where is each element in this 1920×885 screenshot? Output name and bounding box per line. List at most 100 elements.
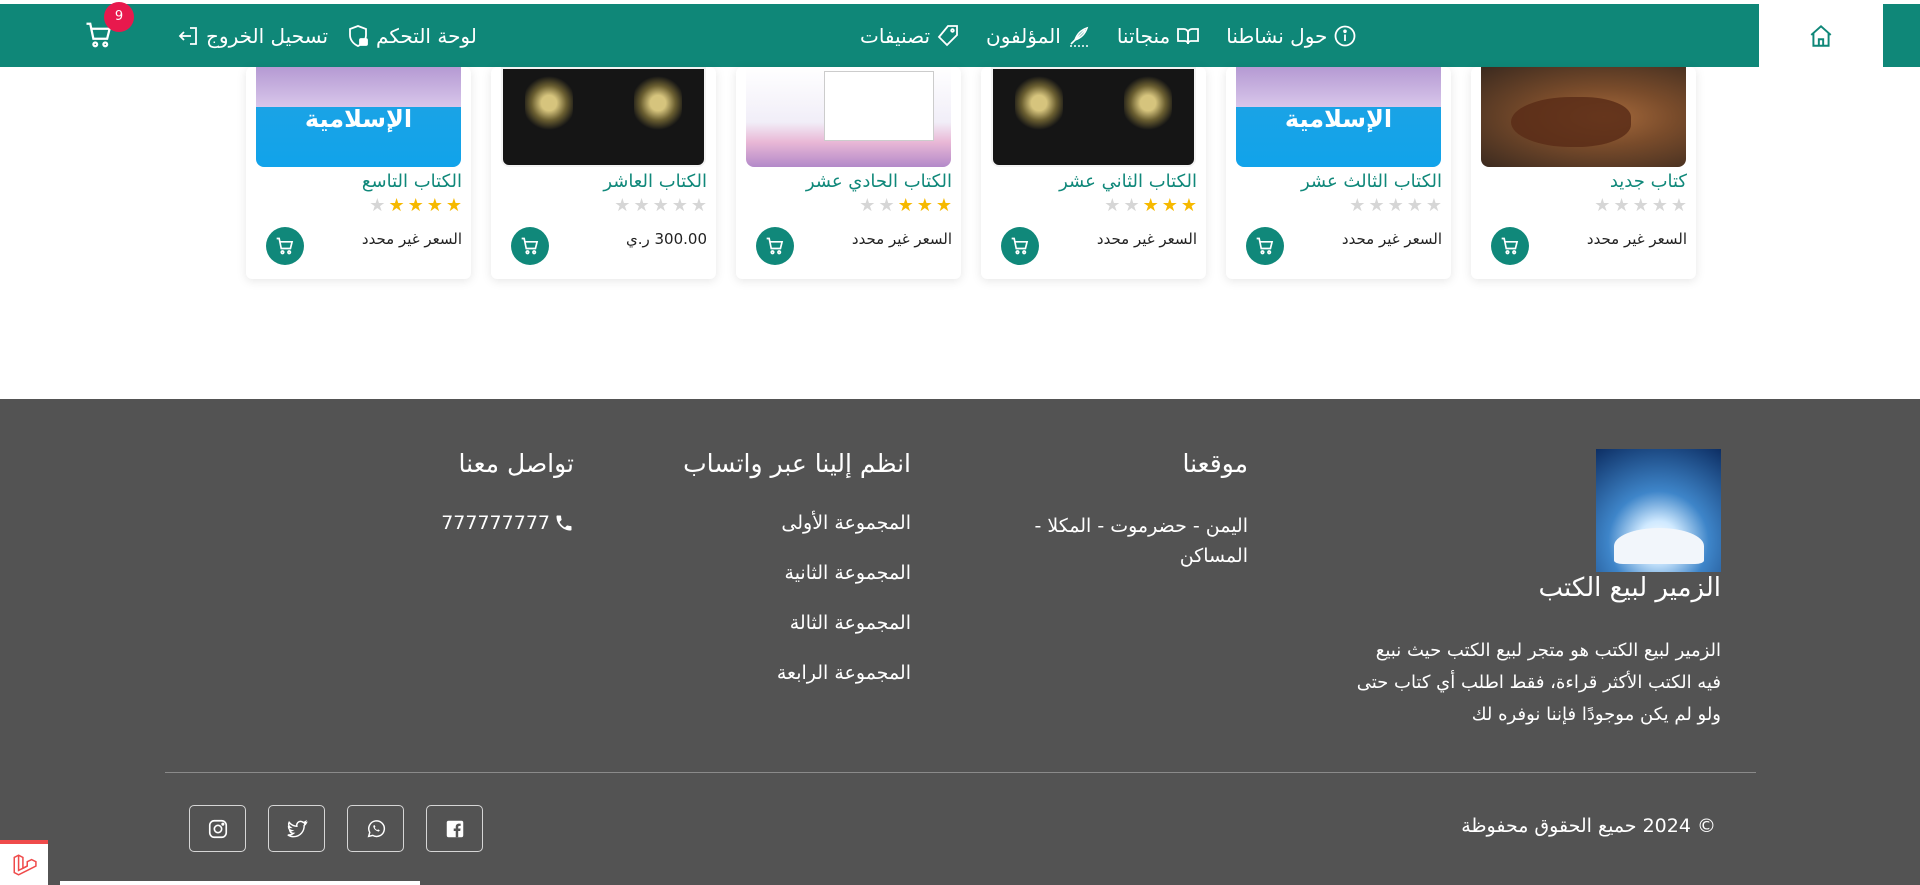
star-icon: ★ (1161, 195, 1178, 216)
star-icon: ★ (1613, 195, 1630, 216)
star-icon: ★ (633, 195, 650, 216)
cover-text: الإسلامية (1284, 105, 1393, 133)
add-to-cart-button[interactable] (511, 227, 549, 265)
twitter-button[interactable] (268, 805, 325, 852)
book-price: 300.00 ر.ي (625, 230, 707, 248)
star-icon: ★ (1123, 195, 1140, 216)
social-links (189, 805, 483, 852)
facebook-button[interactable] (426, 805, 483, 852)
whatsapp-group-link[interactable]: المجموعة الثانية (785, 562, 911, 584)
star-icon: ★ (1651, 195, 1668, 216)
star-icon: ★ (445, 195, 462, 216)
product-card[interactable]: الإسلامية الكتاب التاسع ★ ★ ★ ★ ★ السعر غير … (246, 67, 471, 279)
book-title[interactable]: الكتاب التاسع (362, 171, 462, 192)
star-icon: ★ (1425, 195, 1442, 216)
product-card[interactable]: الكتاب الحادي عشر ★ ★ ★ ★ ★ السعر غير محدد (736, 67, 961, 279)
phone-contact[interactable]: 777777777 (441, 512, 574, 534)
user-nav: 9 تسحيل الخروج لوحة التحكم (84, 1, 477, 67)
instagram-button[interactable] (189, 805, 246, 852)
home-button[interactable] (1759, 4, 1883, 67)
book-cover-image[interactable] (501, 67, 706, 167)
home-icon (1810, 24, 1832, 47)
star-icon: ★ (1368, 195, 1385, 216)
book-title[interactable]: الكتاب العاشر (603, 171, 707, 192)
rating-stars: ★ ★ ★ ★ ★ (369, 197, 462, 215)
footer-divider (165, 772, 1756, 773)
book-cover-image[interactable]: الإسلامية (1236, 67, 1441, 167)
product-card[interactable]: الكتاب الثاني عشر ★ ★ ★ ★ ★ السعر غير محدد (981, 67, 1206, 279)
book-price: السعر غير محدد (851, 230, 952, 248)
location-text: اليمن - حضرموت - المكلا - المساكن (1034, 515, 1248, 567)
book-price: السعر غير محدد (1341, 230, 1442, 248)
book-price: السعر غير محدد (361, 230, 462, 248)
add-to-cart-button[interactable] (266, 227, 304, 265)
logout-link[interactable]: تسحيل الخروج (176, 24, 328, 48)
dashboard-link[interactable]: لوحة التحكم (346, 24, 477, 48)
book-cover-image[interactable]: الإسلامية (256, 67, 461, 167)
main-nav-links: حول نشاطنا منجاتنا المؤلفون تصنيفات (860, 4, 1357, 67)
cover-text: الإسلامية (304, 105, 413, 133)
book-cover-image[interactable] (1481, 67, 1686, 167)
book-price: السعر غير محدد (1096, 230, 1197, 248)
nav-link-about-label: حول نشاطنا (1226, 23, 1328, 48)
star-icon: ★ (897, 195, 914, 216)
add-to-cart-button[interactable] (756, 227, 794, 265)
star-icon: ★ (1594, 195, 1611, 216)
star-icon: ★ (426, 195, 443, 216)
star-icon: ★ (859, 195, 876, 216)
tag-icon (937, 24, 958, 46)
add-to-cart-button[interactable] (1246, 227, 1284, 265)
open-book-icon (1177, 27, 1200, 44)
brand-name: الزمير لبيع الكتب (1538, 573, 1721, 603)
whatsapp-title: انظم إلينا عبر واتساب (683, 449, 911, 478)
star-icon: ★ (388, 195, 405, 216)
nav-link-products[interactable]: منجاتنا (1117, 24, 1200, 48)
whatsapp-group-link[interactable]: المجموعة الثالة (790, 612, 911, 634)
add-to-cart-button[interactable] (1491, 227, 1529, 265)
whatsapp-button[interactable] (347, 805, 404, 852)
rating-stars: ★ ★ ★ ★ ★ (1104, 197, 1197, 215)
laravel-debugbar-badge[interactable] (0, 840, 48, 885)
book-price: السعر غير محدد (1586, 230, 1687, 248)
instagram-icon (208, 819, 227, 838)
shield-lock-icon (349, 24, 368, 47)
cover-ornament (525, 73, 573, 133)
book-title[interactable]: كتاب جديد (1610, 171, 1687, 192)
copyright-text: © 2024 حميع الحقوق محفوظة (1461, 815, 1716, 837)
facebook-icon (446, 820, 463, 837)
product-card[interactable]: كتاب جديد ★ ★ ★ ★ ★ السعر غير محدد (1471, 67, 1696, 279)
cart-icon (1011, 237, 1029, 255)
nav-link-authors-label: المؤلفون (986, 23, 1061, 48)
book-title[interactable]: الكتاب الحادي عشر (806, 171, 952, 192)
brand-logo-image (1596, 449, 1721, 572)
star-icon: ★ (935, 195, 952, 216)
star-icon: ★ (1387, 195, 1404, 216)
nav-link-authors[interactable]: المؤلفون (986, 24, 1091, 48)
navbar-edge (1883, 4, 1920, 67)
product-card[interactable]: الإسلامية الكتاب الثالث عشر ★ ★ ★ ★ ★ السعر … (1226, 67, 1451, 279)
cart-icon (1501, 237, 1519, 255)
nav-link-about[interactable]: حول نشاطنا (1226, 24, 1357, 48)
star-icon: ★ (1142, 195, 1159, 216)
twitter-icon (286, 819, 308, 837)
nav-link-products-label: منجاتنا (1116, 23, 1171, 48)
horizontal-scrollbar[interactable] (60, 881, 420, 885)
cart-icon (521, 237, 539, 255)
book-title[interactable]: الكتاب الثاني عشر (1059, 171, 1197, 192)
book-title[interactable]: الكتاب الثالث عشر (1301, 171, 1442, 192)
nav-link-categories[interactable]: تصنيفات (860, 24, 960, 48)
star-icon: ★ (1632, 195, 1649, 216)
star-icon: ★ (671, 195, 688, 216)
star-icon: ★ (369, 195, 386, 216)
star-icon: ★ (407, 195, 424, 216)
whatsapp-group-link[interactable]: المجموعة الأولى (781, 512, 911, 534)
logout-icon (178, 26, 197, 45)
product-list: كتاب جديد ★ ★ ★ ★ ★ السعر غير محدد الإسلامية… (244, 67, 1696, 280)
whatsapp-group-link[interactable]: المجموعة الرابعة (777, 662, 911, 684)
add-to-cart-button[interactable] (1001, 227, 1039, 265)
cart-button[interactable]: 9 (84, 1, 134, 52)
book-cover-image[interactable] (746, 67, 951, 167)
product-card[interactable]: الكتاب العاشر ★ ★ ★ ★ ★ 300.00 ر.ي (491, 67, 716, 279)
book-cover-image[interactable] (991, 67, 1196, 167)
cart-icon (276, 237, 294, 255)
